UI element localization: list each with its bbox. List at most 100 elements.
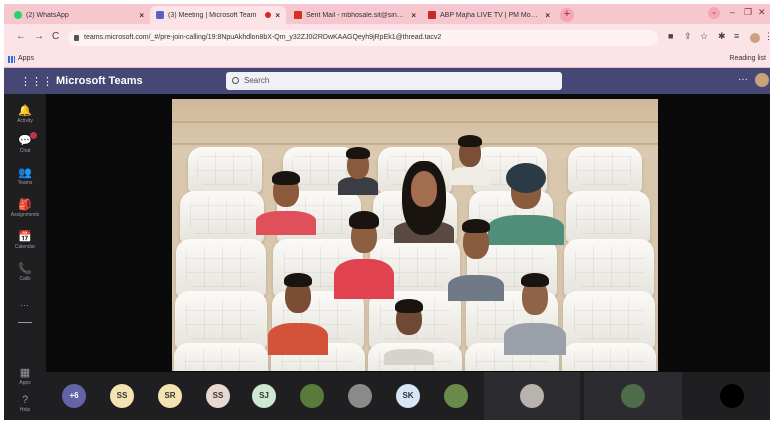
apps-bookmark[interactable]: Apps xyxy=(18,55,34,62)
participant-video[interactable] xyxy=(448,211,504,301)
maximize-icon[interactable]: ❐ xyxy=(744,7,752,18)
close-tab-icon[interactable]: × xyxy=(545,11,550,20)
more-apps-icon[interactable]: ··· xyxy=(20,300,29,310)
participant-tile[interactable] xyxy=(584,372,682,420)
seat xyxy=(564,239,655,297)
close-tab-icon[interactable]: × xyxy=(275,11,280,20)
seat xyxy=(180,191,265,243)
participant-photo-avatar[interactable] xyxy=(444,384,468,408)
new-tab-button[interactable]: + xyxy=(560,8,574,22)
participant-video[interactable] xyxy=(334,203,394,299)
share-icon[interactable]: ⇪ xyxy=(684,31,692,42)
rail-item-chat[interactable]: 💬 Chat xyxy=(4,132,46,154)
rail-item-help[interactable]: ? Help xyxy=(4,394,46,413)
participant-hair xyxy=(346,147,370,159)
browser-window: (2) WhatsApp × (3) Meeting | Microsoft T… xyxy=(4,4,770,420)
seat xyxy=(188,147,263,193)
participant-photo-avatar xyxy=(621,384,645,408)
app-rail: 🔔 Activity 💬 Chat 👥 Teams 🎒 Assignments … xyxy=(4,94,46,420)
rail-item-activity[interactable]: 🔔 Activity xyxy=(4,104,46,124)
reading-list-button[interactable]: Reading list xyxy=(729,55,766,62)
participant-face xyxy=(411,171,437,207)
tab-teams-meeting[interactable]: (3) Meeting | Microsoft Team × xyxy=(150,6,286,24)
bookmarks-bar: Apps Reading list xyxy=(4,52,770,68)
bell-icon: 🔔 xyxy=(18,105,32,117)
reload-icon[interactable]: C xyxy=(52,31,59,42)
lock-icon xyxy=(74,35,79,41)
participant-body xyxy=(450,167,490,185)
overflow-participants-button[interactable]: +6 xyxy=(62,384,86,408)
participant-avatar[interactable]: SK xyxy=(396,384,420,408)
url-field[interactable]: teams.microsoft.com/_#/pre-join-calling/… xyxy=(68,30,658,46)
tab-gmail[interactable]: Sent Mail - mbhosale.sit@sinhgad × xyxy=(288,6,422,24)
close-tab-icon[interactable]: × xyxy=(139,11,144,20)
abp-logo-icon xyxy=(428,11,436,19)
participant-tile[interactable] xyxy=(686,372,770,420)
participant-photo-avatar[interactable] xyxy=(300,384,324,408)
search-icon xyxy=(232,77,239,84)
search-input[interactable]: Search xyxy=(226,72,562,90)
participant-headphones xyxy=(506,163,546,193)
apps-grid-icon[interactable] xyxy=(8,56,15,63)
participant-tile[interactable] xyxy=(484,372,580,420)
profile-avatar[interactable] xyxy=(750,33,760,43)
bookmark-star-icon[interactable]: ☆ xyxy=(700,31,708,42)
minimize-icon[interactable]: – xyxy=(730,7,735,17)
tab-abp-majha[interactable]: ABP Majha LIVE TV | PM Modi Li × xyxy=(422,6,556,24)
menu-icon[interactable]: ⋮ xyxy=(764,31,770,42)
unread-badge xyxy=(30,132,37,139)
participant-video[interactable] xyxy=(384,295,434,365)
teams-icon xyxy=(156,11,164,19)
participant-photo-avatar xyxy=(720,384,744,408)
participant-video[interactable] xyxy=(504,265,566,355)
more-options-icon[interactable]: ··· xyxy=(738,74,748,85)
seat xyxy=(562,343,657,371)
seat-row xyxy=(172,239,658,297)
tab-whatsapp[interactable]: (2) WhatsApp × xyxy=(8,6,150,24)
rail-item-assignments[interactable]: 🎒 Assignments xyxy=(4,198,46,218)
media-control-icon[interactable]: ≡ xyxy=(734,31,739,41)
participant-video[interactable] xyxy=(338,141,378,195)
rail-divider xyxy=(18,322,32,323)
whatsapp-icon xyxy=(14,11,22,19)
participant-video[interactable] xyxy=(256,165,316,235)
app-title: Microsoft Teams xyxy=(56,75,143,87)
close-window-icon[interactable]: ✕ xyxy=(758,7,766,18)
close-tab-icon[interactable]: × xyxy=(411,11,416,20)
tab-search-icon[interactable]: ⌄ xyxy=(708,7,720,19)
participant-photo-avatar xyxy=(520,384,544,408)
wall-panel-line xyxy=(172,143,658,145)
participant-avatar[interactable]: SR xyxy=(158,384,182,408)
participant-avatar[interactable]: SS xyxy=(206,384,230,408)
seat xyxy=(175,239,266,297)
participant-gallery: +6 SS SR SS SJ SK xyxy=(46,372,770,420)
participant-video[interactable] xyxy=(268,265,328,355)
rail-item-calls[interactable]: 📞 Calls xyxy=(4,262,46,282)
tab-bar: (2) WhatsApp × (3) Meeting | Microsoft T… xyxy=(4,4,770,24)
back-icon[interactable]: ← xyxy=(16,31,26,42)
rail-item-calendar[interactable]: 📅 Calendar xyxy=(4,230,46,250)
rail-item-teams[interactable]: 👥 Teams xyxy=(4,166,46,186)
participant-avatar[interactable]: SS xyxy=(110,384,134,408)
participant-hair xyxy=(462,219,490,233)
user-avatar[interactable] xyxy=(755,73,769,87)
participant-avatar[interactable]: SJ xyxy=(252,384,276,408)
chat-icon: 💬 xyxy=(18,135,32,147)
participant-body xyxy=(448,275,504,301)
meeting-stage xyxy=(46,94,770,372)
participant-video[interactable] xyxy=(450,131,490,185)
help-icon: ? xyxy=(21,394,29,406)
forward-icon[interactable]: → xyxy=(34,31,44,42)
together-mode-scene xyxy=(172,99,658,371)
participant-video[interactable] xyxy=(394,159,454,243)
seat xyxy=(565,191,650,243)
participant-photo-avatar[interactable] xyxy=(348,384,372,408)
gmail-icon xyxy=(294,11,302,19)
app-launcher-icon[interactable]: ⋮⋮⋮ xyxy=(20,75,53,88)
camera-icon[interactable]: ■ xyxy=(668,31,673,41)
rail-item-apps[interactable]: ▦ Apps xyxy=(4,366,46,386)
participant-hair xyxy=(521,273,549,287)
seat xyxy=(563,291,656,349)
extensions-icon[interactable]: ✱ xyxy=(718,31,726,42)
wall-panel-line xyxy=(172,121,658,123)
